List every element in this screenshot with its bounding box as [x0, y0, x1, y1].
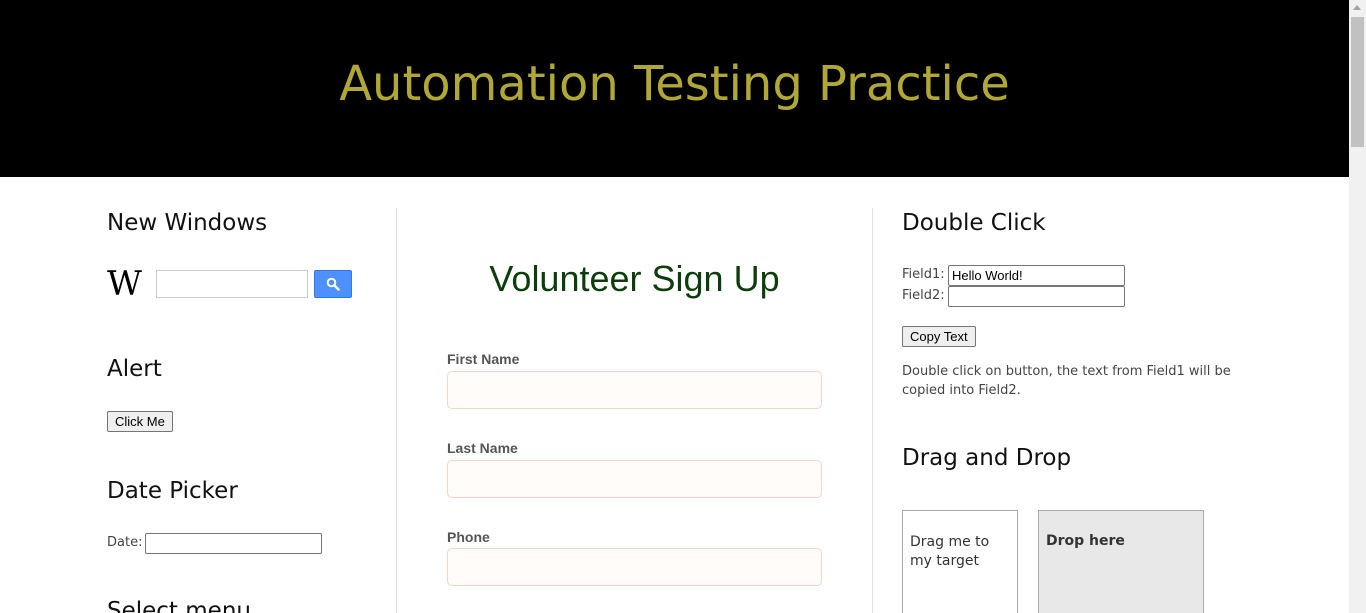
- scroll-up-arrow-icon[interactable]: [1353, 5, 1361, 10]
- date-picker-heading: Date Picker: [107, 478, 238, 504]
- copy-text-button[interactable]: Copy Text: [902, 326, 976, 347]
- wikipedia-search-input[interactable]: [156, 270, 308, 298]
- double-click-heading: Double Click: [902, 210, 1046, 236]
- alert-heading: Alert: [107, 356, 162, 382]
- page-header: Automation Testing Practice: [0, 0, 1349, 177]
- date-label: Date:: [107, 535, 143, 550]
- volunteer-signup-form: Volunteer Sign Up First Name Last Name P…: [396, 208, 873, 613]
- wikipedia-search-button[interactable]: [314, 270, 352, 298]
- form-title: Volunteer Sign Up: [489, 258, 780, 299]
- phone-input[interactable]: [447, 548, 822, 586]
- field1-input[interactable]: [948, 265, 1125, 286]
- draggable-box[interactable]: Drag me to my target: [902, 510, 1018, 613]
- vertical-scrollbar[interactable]: [1349, 0, 1366, 613]
- page-title: Automation Testing Practice: [339, 56, 1010, 112]
- wikipedia-logo-icon: W: [107, 264, 142, 304]
- first-name-label: First Name: [447, 351, 520, 367]
- field2-input[interactable]: [948, 286, 1125, 307]
- droppable-box[interactable]: Drop here: [1038, 510, 1204, 613]
- scrollbar-thumb[interactable]: [1351, 17, 1364, 147]
- phone-label: Phone: [447, 529, 490, 545]
- drag-and-drop-heading: Drag and Drop: [902, 445, 1072, 471]
- double-click-description: Double click on button, the text from Fi…: [902, 364, 1231, 398]
- last-name-label: Last Name: [447, 440, 518, 456]
- field1-label: Field1:: [902, 267, 945, 282]
- alert-click-me-button[interactable]: Click Me: [107, 411, 173, 432]
- field2-label: Field2:: [902, 288, 945, 303]
- select-menu-heading: Select menu: [107, 598, 251, 613]
- first-name-input[interactable]: [447, 371, 822, 409]
- last-name-input[interactable]: [447, 460, 822, 498]
- search-icon: [326, 277, 340, 291]
- new-windows-heading: New Windows: [107, 210, 268, 236]
- date-picker-input[interactable]: [145, 533, 322, 554]
